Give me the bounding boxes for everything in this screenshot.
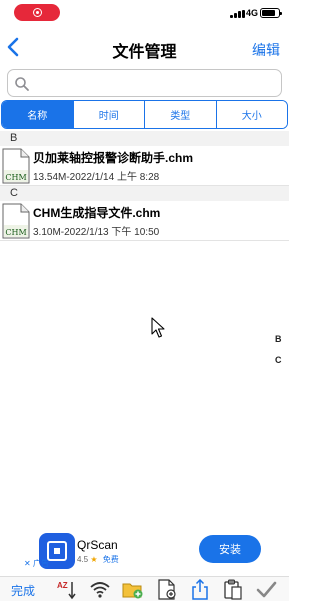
chm-file-icon: CHM [2, 203, 30, 239]
edit-button[interactable]: 编辑 [252, 40, 280, 60]
ad-rating-value: 4.5 [77, 555, 89, 564]
tab-size[interactable]: 大小 [216, 101, 287, 128]
share-icon[interactable] [189, 579, 211, 600]
star-icon: ★ [90, 555, 98, 564]
chm-icon-label: CHM [5, 173, 26, 182]
sort-az-icon[interactable]: AZ [56, 579, 78, 600]
battery-icon [260, 8, 282, 18]
mouse-cursor-icon [151, 317, 165, 338]
wifi-icon[interactable] [89, 579, 111, 600]
ad-app-name: QrScan [77, 538, 118, 552]
section-index-c[interactable]: C [275, 355, 282, 365]
new-file-icon[interactable] [156, 579, 178, 600]
done-button[interactable]: 完成 [11, 582, 35, 599]
section-header-c: C [0, 186, 289, 201]
navigation-bar: 文件管理 编辑 [0, 26, 289, 68]
sort-az-label: AZ [57, 581, 68, 590]
file-name: CHM生成指导文件.chm [33, 206, 161, 220]
ad-price: 免费 [102, 555, 119, 564]
tab-name[interactable]: 名称 [2, 101, 74, 128]
screen-recording-indicator[interactable] [14, 4, 60, 21]
checkmark-icon[interactable] [255, 579, 277, 600]
cellular-signal-icon [230, 10, 246, 18]
list-item[interactable]: CHM 贝加莱轴控报警诊断助手.chm 13.54M-2022/1/14 上午 … [0, 146, 289, 186]
chm-file-icon: CHM [2, 148, 30, 184]
network-type: 4G [246, 8, 259, 18]
bottom-toolbar: 完成 AZ [0, 576, 289, 601]
file-name: 贝加莱轴控报警诊断助手.chm [33, 151, 194, 165]
folder-add-icon[interactable] [122, 579, 144, 600]
search-icon [15, 77, 29, 91]
section-index-b[interactable]: B [275, 334, 282, 344]
status-bar: 4G [0, 0, 289, 26]
search-input[interactable] [7, 69, 282, 97]
list-item[interactable]: CHM CHM生成指导文件.chm 3.10M-2022/1/13 下午 10:… [0, 201, 289, 241]
install-button[interactable]: 安装 [199, 535, 261, 563]
file-meta: 3.10M-2022/1/13 下午 10:50 [33, 227, 160, 238]
section-header-b: B [0, 131, 289, 146]
paste-icon[interactable] [222, 579, 244, 600]
sort-segmented-control: 名称 时间 类型 大小 [1, 100, 288, 129]
ad-banner[interactable]: QrScan 4.5 ★ 免费 安装 ✕ 广告 [20, 530, 285, 572]
page-title: 文件管理 [112, 44, 177, 61]
record-icon [33, 8, 42, 17]
chm-icon-label: CHM [5, 228, 26, 237]
ad-rating: 4.5 ★ 免费 [77, 554, 119, 565]
ad-close-label[interactable]: ✕ 广告 [24, 558, 49, 569]
qr-code-icon [47, 541, 67, 561]
file-meta: 13.54M-2022/1/14 上午 8:28 [33, 172, 160, 183]
tab-type[interactable]: 类型 [145, 101, 217, 128]
tab-time[interactable]: 时间 [73, 101, 145, 128]
